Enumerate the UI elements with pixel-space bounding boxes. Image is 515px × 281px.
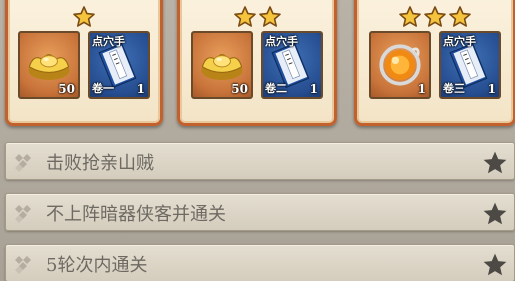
- star-row: [357, 5, 513, 29]
- star-icon: [424, 6, 446, 27]
- reward-item-gold[interactable]: 50: [18, 31, 80, 99]
- item-tag: 点穴手: [443, 35, 476, 48]
- task-row[interactable]: 不上阵暗器侠客并通关: [5, 193, 515, 231]
- item-quantity: 1: [417, 82, 426, 96]
- reward-items: 1 点穴手 卷三 1: [357, 31, 513, 99]
- diamond-cluster-icon: [15, 205, 31, 223]
- stage-rewards-panel: 50 点穴手 卷一 1 50 点穴手 卷二 1 1 点穴手 卷三 1 击败抢亲山…: [0, 0, 515, 281]
- reward-items: 50 点穴手 卷二 1: [180, 31, 334, 99]
- diamond-cluster-icon: [15, 154, 31, 172]
- task-text: 不上阵暗器侠客并通关: [46, 204, 226, 225]
- item-quantity: 50: [231, 82, 248, 96]
- item-tag: 点穴手: [265, 35, 298, 48]
- task-text: 5轮次内通关: [46, 255, 148, 276]
- reward-card-2-star: 50 点穴手 卷二 1: [177, 0, 337, 126]
- star-icon: [449, 6, 471, 27]
- item-subtitle: 卷三: [443, 82, 465, 95]
- task-row[interactable]: 5轮次内通关: [5, 244, 515, 281]
- item-quantity: 1: [136, 82, 145, 96]
- task-row[interactable]: 击败抢亲山贼: [5, 142, 515, 180]
- star-icon: [483, 202, 507, 225]
- star-icon: [258, 6, 281, 27]
- item-quantity: 50: [58, 82, 75, 96]
- reward-item-skill-book[interactable]: 点穴手 卷二 1: [261, 31, 323, 99]
- star-icon: [483, 253, 507, 276]
- star-icon: [399, 6, 421, 27]
- star-icon: [233, 6, 256, 27]
- item-tag: 点穴手: [92, 35, 125, 48]
- diamond-cluster-icon: [15, 256, 31, 274]
- reward-card-1-star: 50 点穴手 卷一 1: [5, 0, 163, 126]
- reward-item-skill-book[interactable]: 点穴手 卷一 1: [88, 31, 150, 99]
- item-subtitle: 卷一: [92, 82, 114, 95]
- reward-items: 50 点穴手 卷一 1: [8, 31, 160, 99]
- reward-card-3-star: 1 点穴手 卷三 1: [354, 0, 515, 126]
- star-row: [8, 5, 160, 29]
- reward-item-gold[interactable]: 50: [191, 31, 253, 99]
- reward-item-orb[interactable]: 1: [369, 31, 431, 99]
- item-subtitle: 卷二: [265, 82, 287, 95]
- item-quantity: 1: [487, 82, 496, 96]
- star-icon: [73, 6, 95, 27]
- star-row: [180, 5, 334, 29]
- item-quantity: 1: [309, 82, 318, 96]
- task-text: 击败抢亲山贼: [46, 153, 154, 174]
- star-icon: [483, 151, 507, 174]
- reward-item-skill-book[interactable]: 点穴手 卷三 1: [439, 31, 501, 99]
